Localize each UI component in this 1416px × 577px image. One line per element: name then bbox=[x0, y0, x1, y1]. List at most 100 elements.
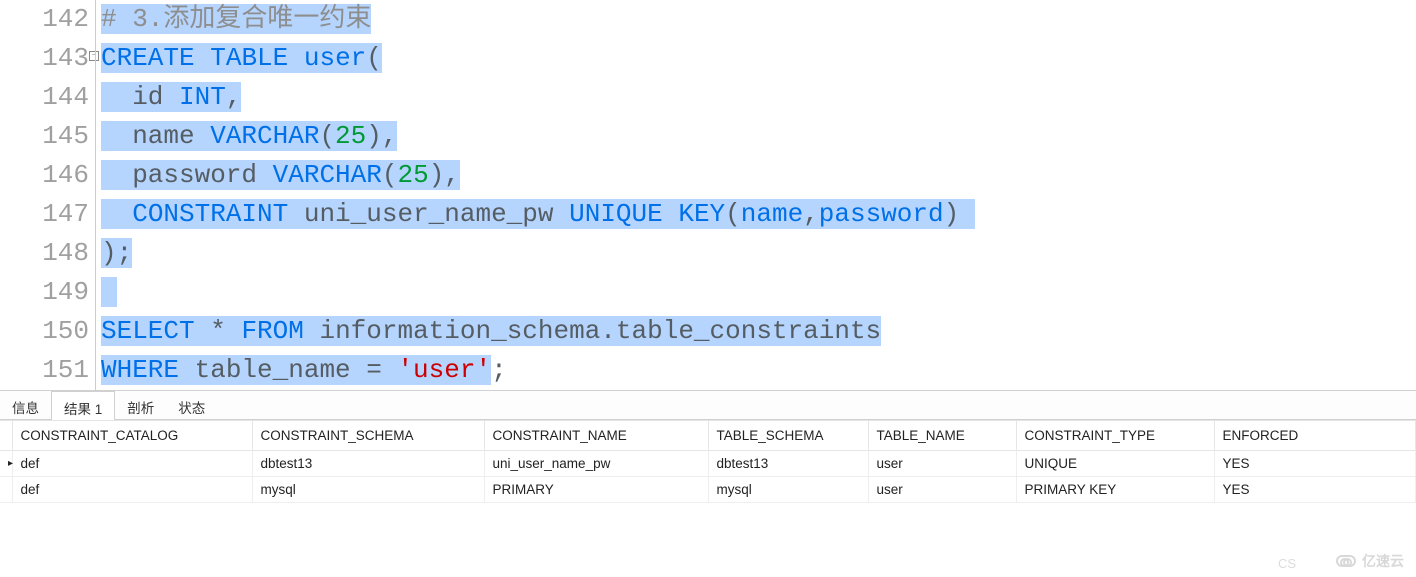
code-token: ), bbox=[366, 121, 397, 151]
code-token bbox=[288, 43, 304, 73]
cell[interactable]: dbtest13 bbox=[252, 451, 484, 477]
code-line[interactable]: CREATE TABLE user( bbox=[101, 39, 1416, 78]
code-token: ( bbox=[725, 199, 741, 229]
column-header[interactable]: CONSTRAINT_TYPE bbox=[1016, 421, 1214, 451]
tab-3[interactable]: 状态 bbox=[166, 391, 217, 419]
line-number: 150 bbox=[0, 312, 89, 351]
code-token: name bbox=[741, 199, 803, 229]
code-line[interactable]: name VARCHAR(25), bbox=[101, 117, 1416, 156]
code-token bbox=[663, 199, 679, 229]
code-token: KEY bbox=[678, 199, 725, 229]
code-token: ); bbox=[101, 238, 132, 268]
code-line[interactable]: # 3.添加复合唯一约束 bbox=[101, 0, 1416, 39]
column-header[interactable]: CONSTRAINT_SCHEMA bbox=[252, 421, 484, 451]
cell[interactable]: dbtest13 bbox=[708, 451, 868, 477]
cell[interactable]: PRIMARY KEY bbox=[1016, 477, 1214, 503]
code-token: ( bbox=[382, 160, 398, 190]
cell[interactable]: user bbox=[868, 451, 1016, 477]
cell[interactable]: def bbox=[12, 451, 252, 477]
code-line[interactable]: CONSTRAINT uni_user_name_pw UNIQUE KEY(n… bbox=[101, 195, 1416, 234]
row-handle: ▸ bbox=[0, 451, 12, 477]
code-token: ; bbox=[491, 355, 507, 385]
row-handle bbox=[0, 477, 12, 503]
code-line[interactable]: password VARCHAR(25), bbox=[101, 156, 1416, 195]
code-token: CREATE bbox=[101, 43, 195, 73]
code-token: TABLE bbox=[210, 43, 288, 73]
result-tabs: 信息结果 1剖析状态 bbox=[0, 390, 1416, 420]
table-row[interactable]: ▸defdbtest13uni_user_name_pwdbtest13user… bbox=[0, 451, 1416, 477]
column-header[interactable]: CONSTRAINT_CATALOG bbox=[12, 421, 252, 451]
cell[interactable]: def bbox=[12, 477, 252, 503]
code-token: uni_user_name_pw bbox=[288, 199, 569, 229]
code-line[interactable]: ); bbox=[101, 234, 1416, 273]
cell[interactable]: PRIMARY bbox=[484, 477, 708, 503]
tab-0[interactable]: 信息 bbox=[0, 391, 51, 419]
column-header[interactable]: TABLE_NAME bbox=[868, 421, 1016, 451]
line-number: 142 bbox=[0, 0, 89, 39]
code-token: password bbox=[819, 199, 944, 229]
line-number: 146 bbox=[0, 156, 89, 195]
cell[interactable]: YES bbox=[1214, 451, 1416, 477]
code-token: , bbox=[803, 199, 819, 229]
column-header[interactable]: TABLE_SCHEMA bbox=[708, 421, 868, 451]
watermark-icon bbox=[1336, 555, 1356, 567]
code-token: 'user' bbox=[397, 355, 491, 385]
code-area[interactable]: # 3.添加复合唯一约束CREATE TABLE user( id INT, n… bbox=[95, 0, 1416, 390]
code-token: CONSTRAINT bbox=[132, 199, 288, 229]
code-token: WHERE bbox=[101, 355, 179, 385]
sql-editor[interactable]: 142143−144145146147148149150151 # 3.添加复合… bbox=[0, 0, 1416, 390]
code-token: * bbox=[195, 316, 242, 346]
code-line[interactable]: WHERE table_name = 'user'; bbox=[101, 351, 1416, 390]
watermark-prefix: CS bbox=[1278, 556, 1296, 571]
line-number: 145 bbox=[0, 117, 89, 156]
code-token: user bbox=[304, 43, 366, 73]
cell[interactable]: UNIQUE bbox=[1016, 451, 1214, 477]
cell[interactable]: mysql bbox=[252, 477, 484, 503]
code-token: information_schema.table_constraints bbox=[304, 316, 881, 346]
cell[interactable]: user bbox=[868, 477, 1016, 503]
line-number: 147 bbox=[0, 195, 89, 234]
code-line[interactable]: id INT, bbox=[101, 78, 1416, 117]
line-number: 148 bbox=[0, 234, 89, 273]
code-line[interactable]: SELECT * FROM information_schema.table_c… bbox=[101, 312, 1416, 351]
line-number-gutter: 142143−144145146147148149150151 bbox=[0, 0, 95, 390]
code-token: UNIQUE bbox=[569, 199, 663, 229]
results-body: ▸defdbtest13uni_user_name_pwdbtest13user… bbox=[0, 451, 1416, 503]
cell[interactable]: uni_user_name_pw bbox=[484, 451, 708, 477]
code-token: # 3.添加复合唯一约束 bbox=[101, 4, 371, 34]
code-token: 25 bbox=[397, 160, 428, 190]
fold-guide bbox=[95, 0, 96, 390]
code-token: name bbox=[101, 121, 210, 151]
line-number: 143− bbox=[0, 39, 89, 78]
code-token: ), bbox=[429, 160, 460, 190]
code-token: ) bbox=[944, 199, 975, 229]
cell[interactable]: mysql bbox=[708, 477, 868, 503]
code-token bbox=[101, 199, 132, 229]
code-token bbox=[101, 277, 117, 307]
code-token: 25 bbox=[335, 121, 366, 151]
tab-2[interactable]: 剖析 bbox=[115, 391, 166, 419]
code-token: table_name = bbox=[179, 355, 397, 385]
row-handle-header bbox=[0, 421, 12, 451]
code-token: INT bbox=[179, 82, 226, 112]
code-token: ( bbox=[366, 43, 382, 73]
code-token bbox=[195, 43, 211, 73]
code-token: password bbox=[101, 160, 273, 190]
code-token: VARCHAR bbox=[210, 121, 319, 151]
results-header-row: CONSTRAINT_CATALOGCONSTRAINT_SCHEMACONST… bbox=[0, 421, 1416, 451]
results-grid[interactable]: CONSTRAINT_CATALOGCONSTRAINT_SCHEMACONST… bbox=[0, 420, 1416, 503]
line-number: 149 bbox=[0, 273, 89, 312]
column-header[interactable]: ENFORCED bbox=[1214, 421, 1416, 451]
code-line[interactable] bbox=[101, 273, 1416, 312]
code-token: SELECT bbox=[101, 316, 195, 346]
tab-1[interactable]: 结果 1 bbox=[51, 391, 115, 420]
line-number: 151 bbox=[0, 351, 89, 390]
column-header[interactable]: CONSTRAINT_NAME bbox=[484, 421, 708, 451]
code-token: ( bbox=[319, 121, 335, 151]
code-token: FROM bbox=[241, 316, 303, 346]
table-row[interactable]: defmysqlPRIMARYmysqluserPRIMARY KEYYES bbox=[0, 477, 1416, 503]
cell[interactable]: YES bbox=[1214, 477, 1416, 503]
line-number: 144 bbox=[0, 78, 89, 117]
watermark-text: 亿速云 bbox=[1362, 551, 1404, 571]
code-token: , bbox=[226, 82, 242, 112]
